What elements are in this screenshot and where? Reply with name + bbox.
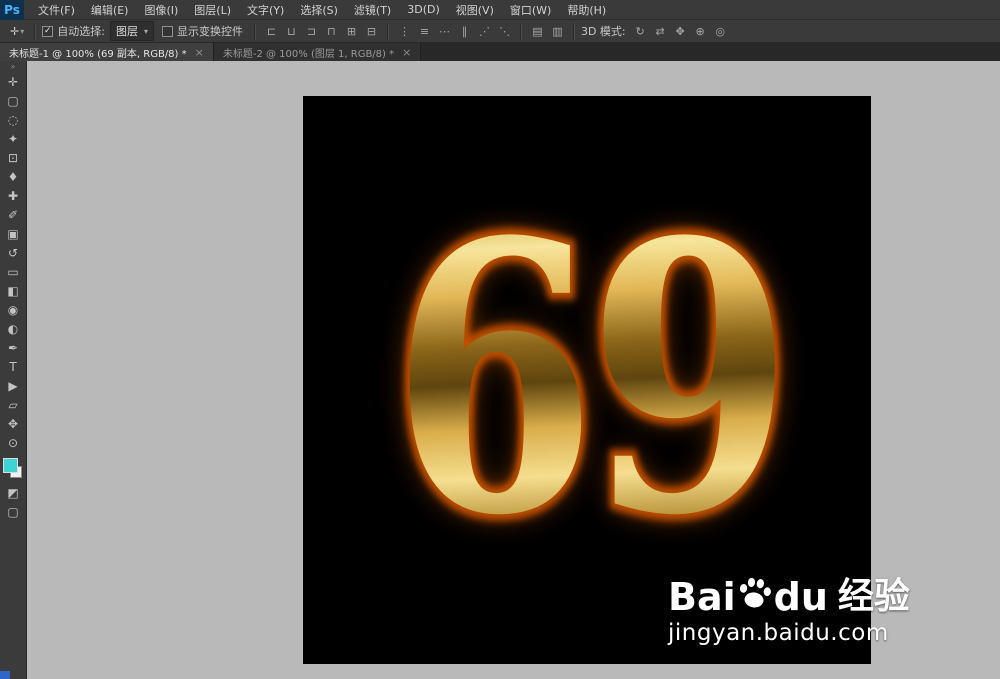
horizontal-type-tool[interactable]: T bbox=[0, 357, 27, 376]
watermark-brand: Bai du 经验 bbox=[668, 575, 910, 619]
eyedropper-tool[interactable]: ♦ bbox=[0, 167, 27, 186]
spot-healing-brush-tool[interactable]: ✚ bbox=[0, 186, 27, 205]
menu-3d[interactable]: 3D(D) bbox=[399, 0, 448, 20]
document-tab-1[interactable]: 未标题-1 @ 100% (69 副本, RGB/8) * × bbox=[0, 43, 214, 61]
distribute-left-edges-button[interactable]: ∥ bbox=[455, 23, 474, 40]
show-transform-checkbox[interactable]: ✓ bbox=[161, 25, 173, 37]
align-button-group: ⊏ ⊔ ⊐ ⊓ ⊞ ⊟ bbox=[262, 23, 381, 40]
distribute-top-edges-button[interactable]: ⋮ bbox=[395, 23, 414, 40]
menu-type[interactable]: 文字(Y) bbox=[239, 0, 292, 20]
menu-help[interactable]: 帮助(H) bbox=[559, 0, 614, 20]
pen-tool[interactable]: ✒ bbox=[0, 338, 27, 357]
quick-mask-mode-button[interactable]: ◩ bbox=[0, 483, 27, 502]
3d-roll-button[interactable]: ⇄ bbox=[651, 23, 670, 40]
distribute-horizontal-centers-button[interactable]: ⋰ bbox=[475, 23, 494, 40]
3d-slide-button[interactable]: ⊕ bbox=[691, 23, 710, 40]
path-selection-tool[interactable]: ▶ bbox=[0, 376, 27, 395]
watermark-url: jingyan.baidu.com bbox=[668, 620, 889, 646]
crop-tool[interactable]: ⊡ bbox=[0, 148, 27, 167]
menu-view[interactable]: 视图(V) bbox=[448, 0, 502, 20]
auto-align-layers-button[interactable]: ▤ bbox=[528, 23, 547, 40]
menu-edit[interactable]: 编辑(E) bbox=[83, 0, 137, 20]
divider bbox=[253, 22, 256, 40]
distribute-button-group: ⋮ ≡ ⋯ ∥ ⋰ ⋱ bbox=[395, 23, 514, 40]
dodge-tool[interactable]: ◐ bbox=[0, 319, 27, 338]
distribute-vertical-centers-button[interactable]: ≡ bbox=[415, 23, 434, 40]
options-bar: ✛ ▾ ✓ 自动选择: 图层 ▾ ✓ 显示变换控件 ⊏ ⊔ ⊐ ⊓ ⊞ ⊟ ⋮ … bbox=[0, 20, 1000, 43]
divider bbox=[386, 22, 389, 40]
divider bbox=[34, 22, 37, 40]
lasso-tool[interactable]: ◌ bbox=[0, 110, 27, 129]
tool-preset-picker[interactable]: ✛ ▾ bbox=[6, 25, 28, 38]
taskbar-fragment bbox=[0, 671, 10, 679]
brand-text-right: du bbox=[773, 575, 828, 619]
clone-stamp-tool[interactable]: ▣ bbox=[0, 224, 27, 243]
menu-layer[interactable]: 图层(L) bbox=[186, 0, 239, 20]
baidu-jingyan-watermark: Bai du 经验 jingyan.baidu.com bbox=[668, 575, 910, 646]
menu-image[interactable]: 图像(I) bbox=[136, 0, 186, 20]
gold-text-69: 69 69 bbox=[385, 189, 798, 572]
collapse-panel-icon[interactable]: » bbox=[0, 61, 27, 72]
tab-title: 未标题-2 @ 100% (图层 1, RGB/8) * bbox=[222, 48, 395, 60]
auto-select-target-dropdown[interactable]: 图层 ▾ bbox=[109, 21, 154, 41]
rectangle-tool[interactable]: ▱ bbox=[0, 395, 27, 414]
divider bbox=[572, 22, 575, 40]
screen-mode-button[interactable]: ▢ bbox=[0, 502, 27, 521]
gold-text-face: 69 bbox=[390, 163, 793, 597]
blur-tool[interactable]: ◉ bbox=[0, 300, 27, 319]
mode-3d-button-group: ↻ ⇄ ✥ ⊕ ◎ bbox=[631, 23, 730, 40]
auto-blend-layers-button[interactable]: ▥ bbox=[548, 23, 567, 40]
color-swatches bbox=[0, 455, 27, 483]
align-left-edges-button[interactable]: ⊏ bbox=[262, 23, 281, 40]
move-tool-icon: ✛ bbox=[10, 24, 20, 38]
align-horizontal-centers-button[interactable]: ⊔ bbox=[282, 23, 301, 40]
chevron-down-icon: ▾ bbox=[143, 26, 148, 36]
menu-window[interactable]: 窗口(W) bbox=[502, 0, 559, 20]
brand-text-cn: 经验 bbox=[837, 576, 910, 617]
document-tab-2[interactable]: 未标题-2 @ 100% (图层 1, RGB/8) * × bbox=[213, 43, 422, 61]
align-top-edges-button[interactable]: ⊓ bbox=[322, 23, 341, 40]
photoshop-logo: Ps bbox=[0, 0, 24, 20]
distribute-right-edges-button[interactable]: ⋱ bbox=[495, 23, 514, 40]
align-right-edges-button[interactable]: ⊐ bbox=[302, 23, 321, 40]
menu-select[interactable]: 选择(S) bbox=[292, 0, 346, 20]
3d-rotate-button[interactable]: ↻ bbox=[631, 23, 650, 40]
3d-pan-button[interactable]: ✥ bbox=[671, 23, 690, 40]
foreground-color-swatch[interactable] bbox=[2, 458, 18, 473]
show-transform-label: 显示变换控件 bbox=[176, 25, 243, 38]
paw-icon bbox=[739, 577, 771, 608]
gradient-tool[interactable]: ◧ bbox=[0, 281, 27, 300]
mode-3d-label: 3D 模式: bbox=[580, 25, 626, 38]
dropdown-value: 图层 bbox=[115, 25, 138, 38]
hand-tool[interactable]: ✥ bbox=[0, 414, 27, 433]
quick-selection-tool[interactable]: ✦ bbox=[0, 129, 27, 148]
document-tab-bar: 未标题-1 @ 100% (69 副本, RGB/8) * × 未标题-2 @ … bbox=[0, 43, 1000, 61]
menu-filter[interactable]: 滤镜(T) bbox=[346, 0, 399, 20]
eraser-tool[interactable]: ▭ bbox=[0, 262, 27, 281]
tab-title: 未标题-1 @ 100% (69 副本, RGB/8) * bbox=[9, 48, 187, 60]
chevron-down-icon: ▾ bbox=[20, 26, 25, 36]
tools-panel: » ✛ ▢ ◌ ✦ ⊡ ♦ ✚ ✐ ▣ ↺ ▭ ◧ ◉ ◐ ✒ T ▶ ▱ ✥ … bbox=[0, 61, 27, 679]
brush-tool[interactable]: ✐ bbox=[0, 205, 27, 224]
brand-text-left: Bai bbox=[668, 575, 736, 619]
move-tool[interactable]: ✛ bbox=[0, 72, 27, 91]
auto-select-label: 自动选择: bbox=[57, 25, 105, 38]
divider bbox=[519, 22, 522, 40]
distribute-bottom-edges-button[interactable]: ⋯ bbox=[435, 23, 454, 40]
align-bottom-edges-button[interactable]: ⊟ bbox=[362, 23, 381, 40]
3d-scale-button[interactable]: ◎ bbox=[711, 23, 730, 40]
close-icon[interactable]: × bbox=[402, 46, 411, 59]
rectangular-marquee-tool[interactable]: ▢ bbox=[0, 91, 27, 110]
check-icon: ✓ bbox=[43, 25, 52, 36]
auto-align-group: ▤ ▥ bbox=[528, 23, 567, 40]
history-brush-tool[interactable]: ↺ bbox=[0, 243, 27, 262]
auto-select-checkbox[interactable]: ✓ bbox=[42, 25, 54, 37]
menu-bar: Ps 文件(F) 编辑(E) 图像(I) 图层(L) 文字(Y) 选择(S) 滤… bbox=[0, 0, 1000, 20]
align-vertical-centers-button[interactable]: ⊞ bbox=[342, 23, 361, 40]
zoom-tool[interactable]: ⊙ bbox=[0, 433, 27, 452]
menu-file[interactable]: 文件(F) bbox=[30, 0, 83, 20]
close-icon[interactable]: × bbox=[195, 46, 204, 59]
